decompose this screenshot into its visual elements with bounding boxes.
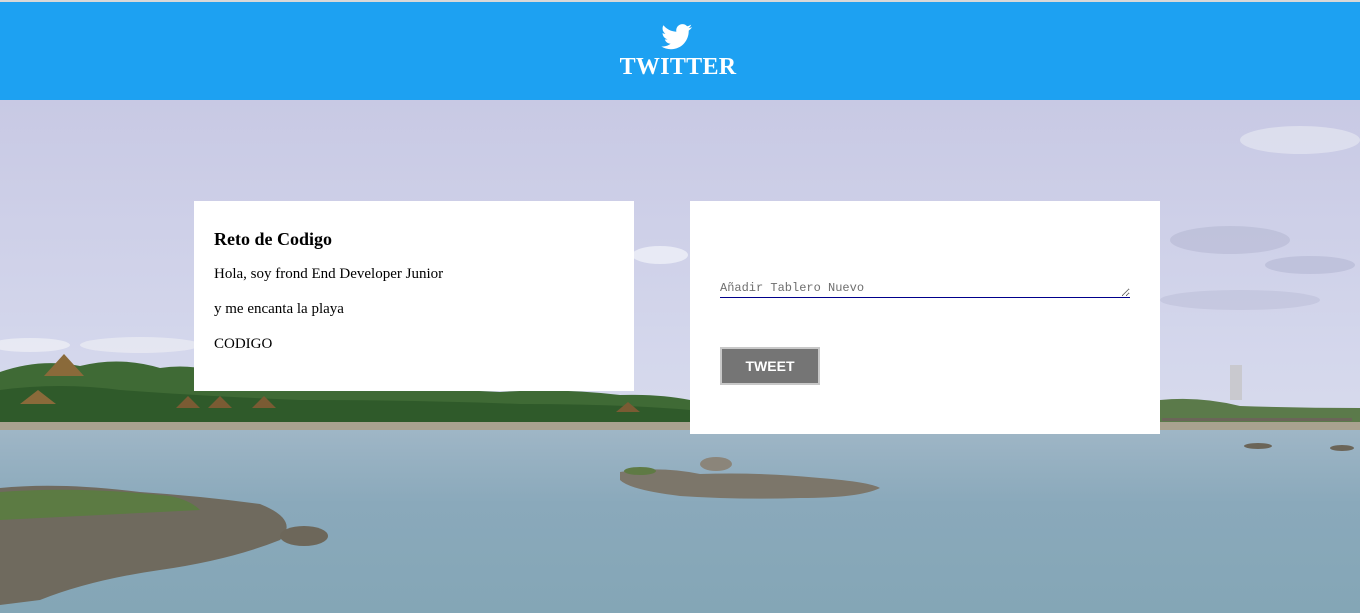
profile-card-line: Hola, soy frond End Developer Junior [214, 266, 444, 282]
header-bar: TWITTER [0, 0, 1360, 100]
brand-title: TWITTER [619, 54, 737, 80]
profile-card-title: Reto de Codigo [214, 229, 332, 249]
tweet-button[interactable]: TWEET [720, 347, 820, 385]
tweet-input[interactable] [720, 281, 1130, 298]
page: TWITTER Reto de Codigo Hola, soy frond E… [0, 0, 1360, 613]
profile-card-line: CODIGO [214, 336, 273, 352]
profile-card-line: y me encanta la playa [214, 301, 344, 317]
twitter-bird-icon [661, 24, 693, 50]
tweet-card: TWEET [690, 201, 1160, 434]
profile-card: Reto de Codigo Hola, soy frond End Devel… [194, 201, 634, 391]
